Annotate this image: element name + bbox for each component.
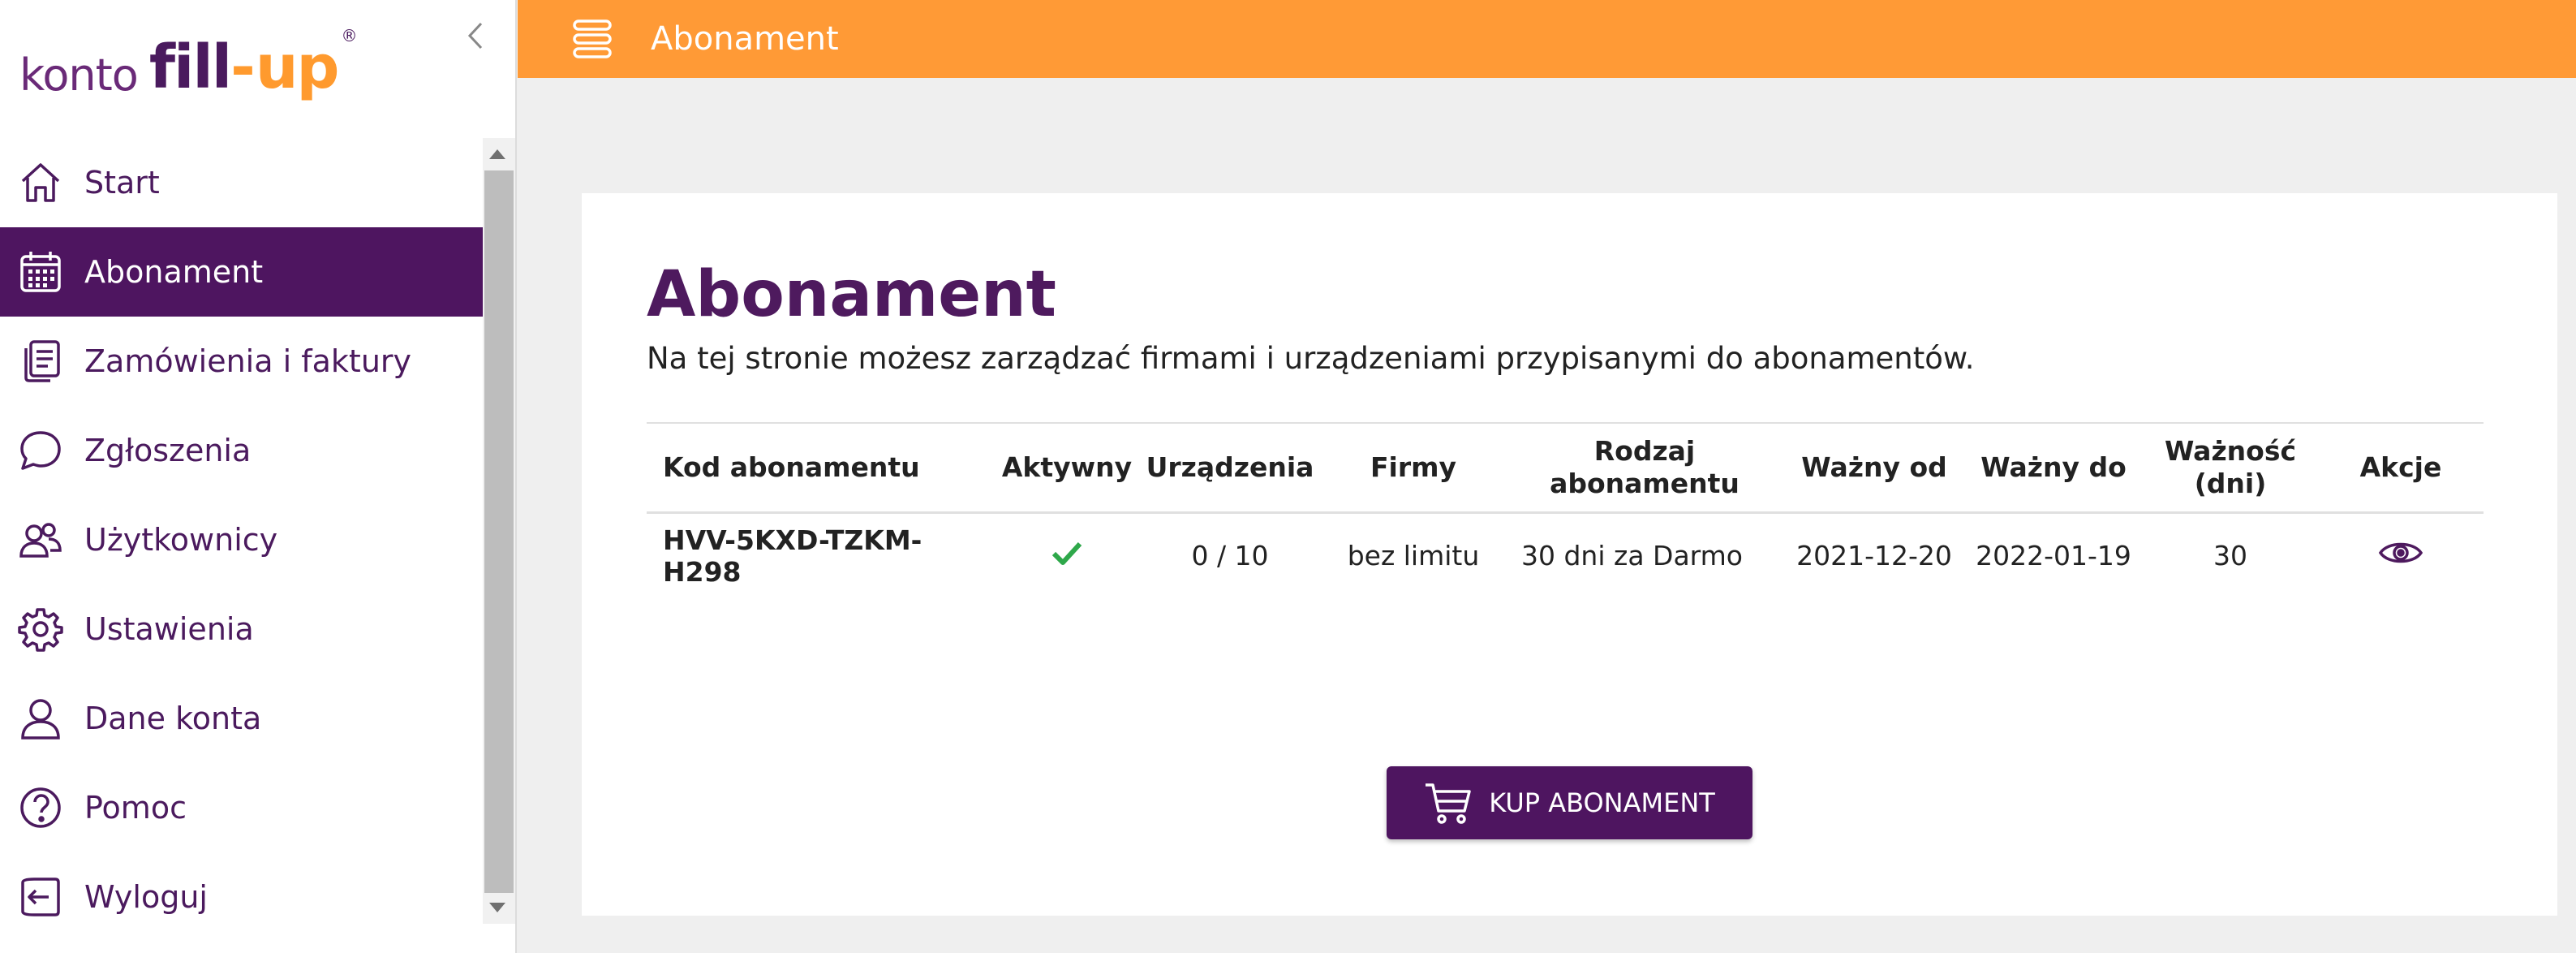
sidebar-item-label: Pomoc	[84, 790, 187, 826]
sidebar-item-pomoc[interactable]: Pomoc	[0, 763, 483, 852]
page-description: Na tej stronie możesz zarządzać firmami …	[647, 341, 1975, 376]
sidebar-item-abonament[interactable]: Abonament	[0, 227, 483, 317]
table-header-row: Kod abonamentu Aktywny Urządzenia Firmy …	[647, 423, 2484, 512]
column-header: Rodzaj abonamentu	[1550, 435, 1740, 499]
sidebar-item-label: Zamówienia i faktury	[84, 343, 412, 379]
valid-from: 2021-12-20	[1796, 540, 1952, 572]
column-header: Urządzenia	[1146, 451, 1314, 483]
checkmark-icon	[1051, 541, 1082, 565]
scroll-down-arrow-icon[interactable]	[489, 903, 505, 912]
subscriptions-table: Kod abonamentu Aktywny Urządzenia Firmy …	[647, 422, 2484, 598]
eye-icon	[2378, 542, 2423, 563]
view-action-button[interactable]	[2318, 512, 2484, 598]
sidebar-item-zgloszenia[interactable]: Zgłoszenia	[0, 406, 483, 495]
subscription-code: HVV-5KXD-TZKM-H298	[663, 524, 922, 588]
chevron-left-icon	[467, 22, 483, 50]
valid-to: 2022-01-19	[1976, 540, 2131, 572]
sidebar-item-label: Abonament	[84, 254, 264, 290]
column-header: Kod abonamentu	[663, 451, 920, 483]
scrollbar-thumb[interactable]	[484, 170, 514, 893]
sidebar-item-dane-konta[interactable]: Dane konta	[0, 674, 483, 763]
top-bar-title: Abonament	[651, 20, 839, 58]
user-icon	[16, 694, 65, 743]
calendar-icon	[16, 248, 65, 296]
cart-icon	[1424, 780, 1473, 826]
sidebar-item-label: Użytkownicy	[84, 522, 278, 558]
help-icon	[16, 783, 65, 832]
sidebar-item-zamowienia[interactable]: Zamówienia i faktury	[0, 317, 483, 406]
active-status	[996, 512, 1138, 598]
validity-days: 30	[2213, 540, 2247, 572]
column-header: Akcje	[2359, 451, 2442, 483]
chat-icon	[16, 426, 65, 475]
gear-icon	[16, 605, 65, 653]
menu-icon	[573, 19, 612, 58]
logo-registered-mark: ®	[341, 26, 358, 45]
menu-button[interactable]	[568, 15, 617, 63]
subscription-type: 30 dni za Darmo	[1521, 540, 1743, 572]
main-card: Abonament Na tej stronie możesz zarządza…	[582, 193, 2557, 916]
logout-icon	[16, 873, 65, 921]
sidebar-nav: Start Abonament Zamówienia i faktury Zgł…	[0, 138, 483, 942]
top-bar: Abonament	[518, 0, 2576, 78]
sidebar-item-label: Start	[84, 165, 160, 201]
page-title: Abonament	[647, 258, 1056, 331]
companies-limit: bez limitu	[1347, 540, 1480, 572]
sidebar-item-label: Ustawienia	[84, 611, 254, 647]
devices-count: 0 / 10	[1191, 540, 1269, 572]
column-header: Ważny od	[1801, 451, 1947, 483]
logo-konto-text: konto	[19, 50, 139, 101]
logo[interactable]: konto fill - up ®	[19, 24, 358, 97]
sidebar-item-ustawienia[interactable]: Ustawienia	[0, 584, 483, 674]
buy-button-label: KUP ABONAMENT	[1489, 787, 1715, 818]
logo-up-text: up	[255, 32, 340, 102]
sidebar: konto fill - up ® Start Abonament Zamówi…	[0, 0, 517, 953]
column-header: Aktywny	[1001, 451, 1133, 483]
scroll-up-arrow-icon[interactable]	[489, 149, 505, 159]
sidebar-item-wyloguj[interactable]: Wyloguj	[0, 852, 483, 942]
buy-subscription-button[interactable]: KUP ABONAMENT	[1387, 766, 1752, 839]
sidebar-item-label: Dane konta	[84, 701, 262, 736]
sidebar-item-label: Zgłoszenia	[84, 433, 252, 468]
logo-dash-text: -	[230, 32, 256, 102]
home-icon	[16, 158, 65, 207]
column-header: Ważność (dni)	[2164, 435, 2297, 499]
users-icon	[16, 515, 65, 564]
sidebar-scrollbar[interactable]	[483, 138, 515, 924]
sidebar-item-uzytkownicy[interactable]: Użytkownicy	[0, 495, 483, 584]
sidebar-collapse-button[interactable]	[459, 19, 492, 52]
documents-icon	[16, 337, 65, 386]
sidebar-item-start[interactable]: Start	[0, 138, 483, 227]
column-header: Ważny do	[1980, 451, 2127, 483]
sidebar-item-label: Wyloguj	[84, 879, 208, 915]
logo-fill-text: fill	[148, 32, 232, 102]
table-row: HVV-5KXD-TZKM-H298 0 / 10 bez limitu 30 …	[647, 512, 2484, 598]
column-header: Firmy	[1370, 451, 1457, 483]
